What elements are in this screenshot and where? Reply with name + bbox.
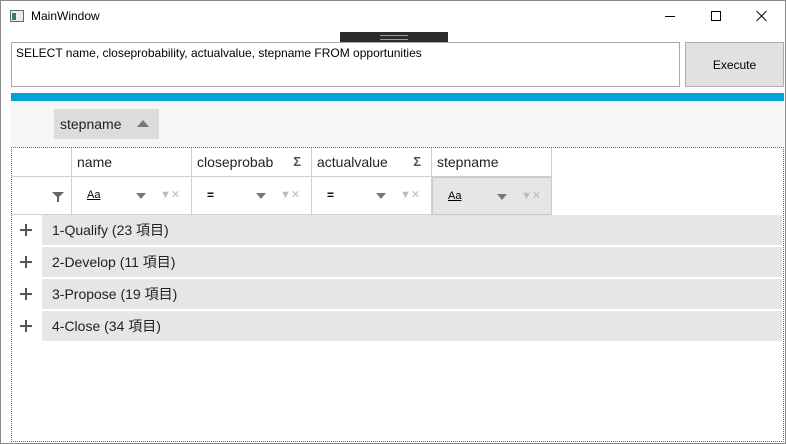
title-bar[interactable]: MainWindow xyxy=(1,1,785,31)
group-panel: stepname xyxy=(11,101,784,147)
main-window: MainWindow SELECT name, closeprobability… xyxy=(0,0,786,444)
sigma-icon[interactable]: Σ xyxy=(413,154,421,169)
equals-operator-icon[interactable]: = xyxy=(207,188,214,202)
filter-cell-closeprobability[interactable]: = ▼✕ xyxy=(192,177,312,215)
column-header-stepname[interactable]: stepname xyxy=(432,148,552,177)
equals-operator-icon[interactable]: = xyxy=(327,188,334,202)
chevron-down-icon[interactable] xyxy=(497,194,507,200)
group-row-label: 3-Propose (19 項目) xyxy=(52,286,178,302)
column-header-label: stepname xyxy=(437,154,499,170)
expand-icon[interactable] xyxy=(20,224,32,236)
column-header-closeprobability[interactable]: closeprobab Σ xyxy=(192,148,312,177)
column-header-label: actualvalue xyxy=(317,154,388,170)
sort-ascending-icon[interactable] xyxy=(137,120,149,127)
clear-filter-icon[interactable]: ▼✕ xyxy=(400,188,420,201)
expand-icon[interactable] xyxy=(20,288,32,300)
sigma-icon[interactable]: Σ xyxy=(293,154,301,169)
app-icon xyxy=(10,10,24,22)
column-header-label: closeprobab xyxy=(197,154,274,170)
data-grid: name closeprobab Σ actualvalue Σ stepnam… xyxy=(11,147,784,442)
window-title: MainWindow xyxy=(31,9,100,23)
group-row[interactable]: 1-Qualify (23 項目) xyxy=(42,215,782,245)
maximize-button[interactable] xyxy=(693,1,739,31)
filter-icon[interactable] xyxy=(52,192,64,202)
filter-cell-stepname[interactable]: Aa ▼✕ xyxy=(432,177,552,215)
group-row-label: 1-Qualify (23 項目) xyxy=(52,222,169,238)
group-chip-stepname[interactable]: stepname xyxy=(54,109,159,139)
filter-cell-name[interactable]: Aa ▼✕ xyxy=(72,177,192,215)
column-header-actualvalue[interactable]: actualvalue Σ xyxy=(312,148,432,177)
close-button[interactable] xyxy=(739,1,785,31)
minimize-icon xyxy=(665,15,675,17)
text-operator-icon[interactable]: Aa xyxy=(448,190,461,202)
group-row[interactable]: 2-Develop (11 項目) xyxy=(42,247,782,277)
text-operator-icon[interactable]: Aa xyxy=(87,189,100,201)
header-indent xyxy=(12,148,72,177)
chevron-down-icon[interactable] xyxy=(376,193,386,199)
group-row[interactable]: 4-Close (34 項目) xyxy=(42,311,782,341)
expand-icon[interactable] xyxy=(20,256,32,268)
clear-filter-icon[interactable]: ▼✕ xyxy=(521,189,541,202)
expand-icon[interactable] xyxy=(20,320,32,332)
column-header-name[interactable]: name xyxy=(72,148,192,177)
filter-cell-actualvalue[interactable]: = ▼✕ xyxy=(312,177,432,215)
chevron-down-icon[interactable] xyxy=(136,193,146,199)
group-row-label: 4-Close (34 項目) xyxy=(52,318,161,334)
accent-bar xyxy=(11,93,784,101)
close-icon xyxy=(756,10,768,22)
minimize-button[interactable] xyxy=(647,1,693,31)
group-row-label: 2-Develop (11 項目) xyxy=(52,254,176,270)
clear-filter-icon[interactable]: ▼✕ xyxy=(160,188,180,201)
clear-filter-icon[interactable]: ▼✕ xyxy=(280,188,300,201)
column-header-label: name xyxy=(77,154,113,170)
chevron-down-icon[interactable] xyxy=(256,193,266,199)
group-row[interactable]: 3-Propose (19 項目) xyxy=(42,279,782,309)
maximize-icon xyxy=(711,11,721,21)
query-input[interactable]: SELECT name, closeprobability, actualval… xyxy=(11,42,680,87)
execute-button[interactable]: Execute xyxy=(685,42,784,87)
group-chip-label: stepname xyxy=(60,116,122,132)
